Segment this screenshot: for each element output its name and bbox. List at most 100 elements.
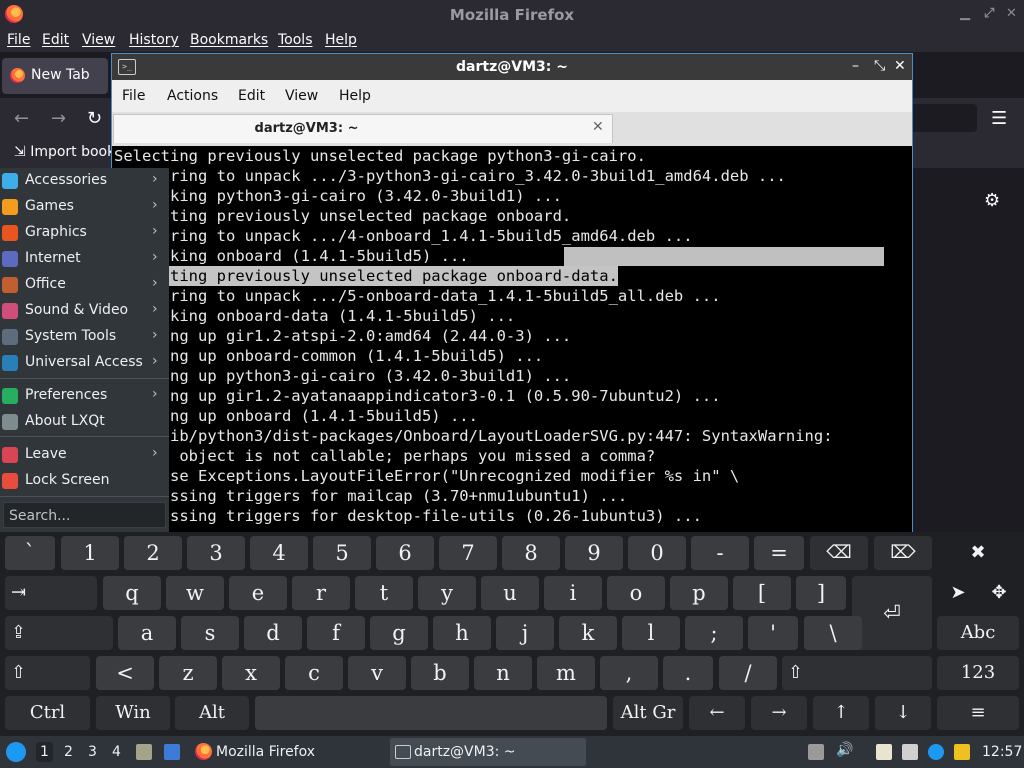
key-backslash[interactable]: \ [804,616,862,650]
term-menu-view[interactable]: View [285,88,318,104]
key-4[interactable]: 4 [250,536,308,570]
file-manager-icon[interactable] [136,744,152,760]
terminal-close-icon[interactable]: ✕ [894,58,906,74]
back-arrow-icon[interactable]: ← [14,108,29,129]
clock[interactable]: 12:57 [982,744,1022,760]
key-k[interactable]: k [559,616,617,650]
reload-icon[interactable]: ↻ [87,108,102,129]
pointer-icon[interactable]: ➤ [937,576,979,610]
key-space[interactable] [255,696,607,730]
key-quote[interactable]: ' [748,616,798,650]
key-left-shift[interactable]: ⇧ [5,656,90,690]
ff-menu-history[interactable]: History [129,32,179,48]
network-icon[interactable] [928,744,944,760]
desktop-switch-1[interactable]: 1 [36,742,53,762]
key-comma[interactable]: , [600,656,658,690]
clipboard-icon[interactable] [808,744,824,760]
key-3[interactable]: 3 [187,536,245,570]
key-caps-lock[interactable]: ⇪ [5,616,113,650]
key-c[interactable]: c [285,656,343,690]
key-y[interactable]: y [418,576,476,610]
key-w[interactable]: w [166,576,224,610]
key-8[interactable]: 8 [502,536,560,570]
term-menu-actions[interactable]: Actions [167,88,218,104]
desktop-switch-4[interactable]: 4 [112,744,121,760]
keyboard-menu-icon[interactable]: ≡ [937,696,1019,730]
key-equals[interactable]: = [754,536,804,570]
key-m[interactable]: m [537,656,595,690]
volume-icon[interactable]: 🔊 [836,742,853,758]
close-icon[interactable]: ✕ [1006,6,1017,21]
ff-menu-tools[interactable]: Tools [278,32,313,48]
menu-item-universal-access[interactable]: Universal Access › [0,351,169,375]
key-1[interactable]: 1 [61,536,119,570]
key-less-than[interactable]: < [96,656,154,690]
term-menu-file[interactable]: File [122,88,145,104]
ff-menu-help[interactable]: Help [325,32,357,48]
keyboard-close-icon[interactable]: ✖ [937,536,1019,570]
search-input[interactable] [7,506,161,526]
key-v[interactable]: v [348,656,406,690]
menu-item-lock-screen[interactable]: Lock Screen [0,469,169,493]
key-n[interactable]: n [474,656,532,690]
url-bar[interactable] [905,104,977,132]
key-s[interactable]: s [181,616,239,650]
key-e[interactable]: e [229,576,287,610]
key-arrow-left[interactable]: ← [689,696,745,730]
task-firefox[interactable]: Mozilla Firefox [192,738,382,766]
menu-item-about-lxqt[interactable]: About LXQt [0,410,169,434]
key-b[interactable]: b [411,656,469,690]
key-g[interactable]: g [370,616,428,650]
key-abc-layer[interactable]: Abc [937,616,1019,650]
ff-menu-edit[interactable]: Edit [42,32,69,48]
maximize-icon[interactable]: ⤢ [984,6,994,21]
key-l[interactable]: l [622,616,680,650]
menu-item-graphics[interactable]: Graphics › [0,221,169,245]
menu-item-leave[interactable]: Leave › [0,443,169,467]
key-alt[interactable]: Alt [175,696,249,730]
key-2[interactable]: 2 [124,536,182,570]
key-0[interactable]: 0 [628,536,686,570]
key-7[interactable]: 7 [439,536,497,570]
show-desktop-icon[interactable] [164,744,180,760]
hamburger-menu-icon[interactable]: ☰ [991,108,1007,129]
key-d[interactable]: d [244,616,302,650]
forward-arrow-icon[interactable]: → [51,108,66,129]
key-x[interactable]: x [222,656,280,690]
key-h[interactable]: h [433,616,491,650]
key-9[interactable]: 9 [565,536,623,570]
term-menu-edit[interactable]: Edit [238,88,265,104]
key-6[interactable]: 6 [376,536,434,570]
key-enter[interactable]: ⏎ [852,576,932,650]
key-o[interactable]: o [607,576,665,610]
desktop-switch-3[interactable]: 3 [88,744,97,760]
term-menu-help[interactable]: Help [339,88,371,104]
ff-menu-file[interactable]: File [7,32,30,48]
key-r[interactable]: r [292,576,350,610]
app-menu-icon[interactable] [6,742,26,762]
menu-item-system-tools[interactable]: System Tools › [0,325,169,349]
key-123-layer[interactable]: 123 [937,656,1019,690]
key-tab[interactable]: ⇥ [5,576,97,610]
key-arrow-down[interactable]: ↓ [875,696,931,730]
desktop-switch-2[interactable]: 2 [64,744,73,760]
key-p[interactable]: p [670,576,728,610]
key-right-shift[interactable]: ⇧ [782,656,932,690]
key-delete[interactable]: ⌦ [874,536,932,570]
terminal-restore-icon[interactable]: ⤡ [874,58,885,74]
menu-item-office[interactable]: Office › [0,273,169,297]
menu-item-internet[interactable]: Internet › [0,247,169,271]
key-arrow-up[interactable]: ↑ [813,696,869,730]
key-win[interactable]: Win [96,696,170,730]
notes-icon[interactable] [876,744,892,760]
ff-menu-bookmarks[interactable]: Bookmarks [190,32,268,48]
task-terminal[interactable]: dartz@VM3: ~ [390,738,586,766]
key-j[interactable]: j [496,616,554,650]
key-z[interactable]: z [159,656,217,690]
terminal-tab[interactable]: dartz@VM3: ~ ✕ [113,114,613,143]
minimize-icon[interactable]: ▁ [960,6,970,21]
tab-new-tab[interactable]: New Tab [2,58,108,94]
key-i[interactable]: i [544,576,602,610]
key-minus[interactable]: - [691,536,749,570]
ff-menu-view[interactable]: View [82,32,115,48]
